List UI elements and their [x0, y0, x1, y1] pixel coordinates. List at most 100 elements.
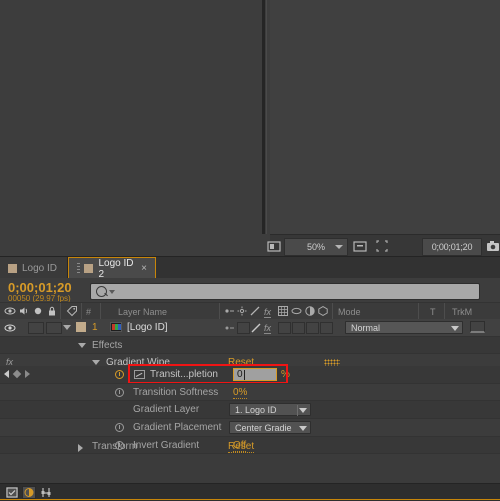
column-header-mode: Mode: [338, 307, 361, 317]
viewer-toolbar: 50% 0;00;01;20: [267, 234, 500, 257]
column-divider: [60, 303, 61, 319]
quality-toggle-icon[interactable]: [251, 323, 261, 336]
solo-icon[interactable]: [32, 305, 44, 320]
column-header-index: #: [86, 307, 92, 317]
track-matte-toggle[interactable]: [470, 321, 485, 333]
panel-tab-bar: Logo ID Logo ID 2 ×: [0, 256, 500, 280]
tab-composition-icon: [8, 263, 17, 273]
solo-toggle[interactable]: [28, 322, 44, 334]
column-divider: [219, 303, 220, 319]
timeline-current-timecode[interactable]: 0;00;01;20: [8, 280, 72, 295]
blend-mode-dropdown[interactable]: Normal: [345, 321, 463, 334]
tab-grip-icon[interactable]: [77, 262, 81, 275]
gradient-layer-dropdown[interactable]: 1. Logo ID: [229, 403, 311, 416]
tab-logo-id-2-label: Logo ID 2: [98, 257, 134, 280]
effects-twirl-icon[interactable]: [78, 343, 86, 348]
motion-blur-icon[interactable]: [291, 306, 302, 319]
add-keyframe-icon[interactable]: [12, 369, 22, 379]
frame-blending-icon[interactable]: [278, 306, 288, 319]
effects-toggle-icon[interactable]: fx: [264, 323, 272, 334]
frame-blend-toggle[interactable]: [278, 322, 291, 334]
toggle-switches-modes-button[interactable]: [5, 486, 19, 499]
snapshot-icon[interactable]: [485, 238, 500, 254]
previous-keyframe-icon[interactable]: [4, 370, 9, 378]
viewer-timecode-value: 0;00;01;20: [431, 242, 473, 252]
layer-label-color[interactable]: [76, 322, 86, 332]
region-of-interest-icon[interactable]: [352, 238, 368, 254]
label-tag-icon: [66, 305, 78, 320]
effects-label: Effects: [92, 340, 123, 351]
tab-logo-id-label: Logo ID: [22, 262, 58, 274]
timeline-column-header: # Layer Name fx Mode T TrkM: [0, 302, 500, 320]
graph-editor-icon[interactable]: [134, 370, 145, 379]
table-row-layer[interactable]: 1 [Logo ID] fx Normal: [0, 319, 500, 336]
collapse-toggle[interactable]: [237, 322, 250, 334]
shy-toggle-icon[interactable]: [224, 323, 235, 336]
lock-toggle[interactable]: [46, 322, 62, 334]
table-row-effects[interactable]: Effects: [0, 337, 500, 353]
panel-divider[interactable]: [258, 0, 270, 234]
column-divider: [81, 303, 82, 319]
eye-icon[interactable]: [4, 322, 16, 337]
adjustment-toggle[interactable]: [306, 322, 319, 334]
dropdown-separator: [297, 405, 298, 416]
transform-label: Transform: [92, 441, 138, 452]
column-header-t: T: [430, 307, 436, 317]
transition-softness-label: Transition Softness: [133, 387, 219, 398]
quality-icon[interactable]: [250, 306, 260, 319]
stopwatch-icon[interactable]: [115, 370, 124, 379]
column-header-layer-name: Layer Name: [118, 307, 168, 317]
blend-mode-value: Normal: [351, 322, 381, 333]
tab-composition-icon: [84, 264, 94, 273]
table-row-transition-softness[interactable]: Transition Softness 0%: [0, 384, 500, 400]
transition-completion-input[interactable]: 0: [233, 368, 277, 381]
gradient-wipe-twirl-icon[interactable]: [92, 360, 100, 365]
3d-layer-toggle[interactable]: [320, 322, 333, 334]
motion-blur-toggle[interactable]: [292, 322, 305, 334]
search-icon: [96, 286, 107, 297]
viewer-timecode[interactable]: 0;00;01;20: [422, 238, 482, 256]
mask-toggle-icon[interactable]: [374, 238, 390, 254]
chevron-down-icon[interactable]: [109, 290, 115, 294]
column-divider: [332, 303, 333, 319]
table-row-transition-completion[interactable]: Transit...pletion 0 %: [0, 366, 500, 383]
gradient-placement-value: Center Gradie: [235, 422, 292, 433]
column-divider: [100, 303, 101, 319]
close-icon[interactable]: ×: [141, 263, 147, 274]
transition-completion-label: Transit...pletion: [150, 369, 218, 380]
lock-icon[interactable]: [46, 305, 58, 320]
chevron-down-icon: [451, 326, 459, 331]
eye-icon[interactable]: [4, 305, 16, 320]
audio-icon[interactable]: [18, 305, 30, 320]
zoom-level-dropdown[interactable]: 50%: [284, 238, 348, 256]
transition-completion-unit: %: [281, 369, 290, 380]
adjustment-layer-icon[interactable]: [305, 306, 315, 319]
motion-blur-enable-button[interactable]: [22, 486, 36, 499]
composition-canvas[interactable]: [270, 0, 500, 234]
layer-thumbnail-icon: [110, 322, 122, 332]
next-keyframe-icon[interactable]: [25, 370, 30, 378]
shy-icon[interactable]: [224, 306, 235, 319]
transform-reset-link[interactable]: Reset: [228, 441, 255, 453]
layer-name[interactable]: [Logo ID]: [127, 322, 168, 333]
keyframe-navigator[interactable]: [4, 369, 30, 379]
effect-grip-icon[interactable]: [324, 359, 340, 366]
stopwatch-icon[interactable]: [115, 388, 124, 397]
search-input[interactable]: [90, 283, 480, 300]
stopwatch-icon[interactable]: [115, 423, 124, 432]
tab-logo-id-2[interactable]: Logo ID 2 ×: [68, 257, 156, 280]
transition-softness-value[interactable]: 0%: [233, 387, 248, 399]
layer-twirl-icon[interactable]: [63, 325, 71, 330]
collapse-transformations-icon[interactable]: [237, 306, 247, 319]
gradient-placement-dropdown[interactable]: Center Gradie: [229, 421, 311, 434]
toggle-transparency-icon[interactable]: [266, 238, 282, 254]
viewer-area: [0, 0, 500, 234]
chevron-down-icon: [299, 426, 307, 431]
divider-highlight: [266, 0, 267, 234]
transition-completion-value: 0: [237, 369, 243, 380]
transform-twirl-icon[interactable]: [78, 444, 83, 452]
table-row-gradient-layer[interactable]: Gradient Layer 1. Logo ID: [0, 401, 500, 418]
tab-logo-id[interactable]: Logo ID: [0, 257, 68, 279]
table-row-gradient-placement[interactable]: Gradient Placement Center Gradie: [0, 419, 500, 436]
3d-layer-icon[interactable]: [318, 306, 328, 319]
